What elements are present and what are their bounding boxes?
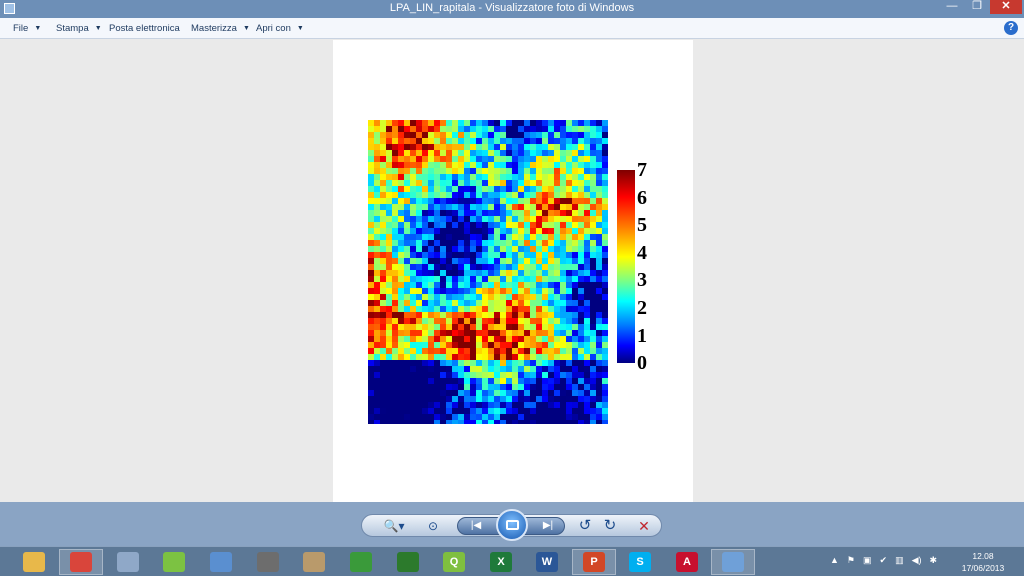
clock[interactable]: 12.08 17/06/2013 [958, 550, 1008, 574]
taskbar-button[interactable] [59, 549, 103, 575]
photo-viewer-icon [722, 552, 744, 572]
paint-icon [303, 552, 325, 572]
file-explorer-icon [23, 552, 45, 572]
taskbar-button[interactable] [292, 549, 336, 575]
menu-posta-elettronica[interactable]: Posta elettronica [109, 21, 180, 36]
rotate-left-icon[interactable]: ↺ [577, 517, 593, 535]
powerpoint-icon: P [583, 552, 605, 572]
taskbar-button[interactable]: X [479, 549, 523, 575]
menu-posta-label: Posta elettronica [109, 23, 180, 34]
help-icon[interactable]: ? [1004, 21, 1018, 35]
colorbar-tick-label: 3 [637, 269, 647, 292]
chevron-down-icon: ▼ [94, 25, 102, 32]
chevron-down-icon: ▼ [34, 25, 42, 32]
chevron-down-icon: ▼ [296, 25, 304, 32]
app-green-icon [163, 552, 185, 572]
clock-date: 17/06/2013 [961, 563, 1005, 573]
colorbar-tick-label: 7 [637, 159, 647, 181]
image-viewer-area: 7 6 5 4 3 2 1 0 [0, 40, 1024, 502]
slideshow-button[interactable] [496, 509, 528, 541]
taskbar-button[interactable]: P [572, 549, 616, 575]
colorbar-tick-label: 1 [637, 324, 647, 347]
remote-desktop-icon [210, 552, 232, 572]
tray-check-icon[interactable]: ✔ [880, 555, 888, 566]
close-button[interactable]: ✕ [990, 0, 1022, 14]
colorbar-tick-label: 0 [637, 352, 647, 375]
colorbar-tick-label: 2 [637, 297, 647, 319]
plant-icon [350, 552, 372, 572]
taskbar-button[interactable]: A [665, 549, 709, 575]
acrobat-icon: A [676, 552, 698, 572]
taskbar-button[interactable] [246, 549, 290, 575]
taskbar-button[interactable] [711, 549, 755, 575]
colorbar-tick-label: 4 [637, 241, 647, 264]
menu-apri-con[interactable]: Apri con ▼ [256, 21, 304, 36]
calculator-icon [117, 552, 139, 572]
chevron-down-icon: ▼ [242, 25, 250, 32]
system-tray: ▲ ⚑ ▣ ✔ ▥ ◀) ✱ [830, 555, 937, 566]
slideshow-icon [506, 520, 519, 530]
menu-masterizza-label: Masterizza [191, 23, 237, 34]
previous-icon[interactable]: |◀ [463, 517, 489, 535]
delete-icon[interactable]: ✕ [636, 517, 652, 535]
taskbar-button[interactable] [199, 549, 243, 575]
taskbar: Q X W P S A ▲ ⚑ ▣ ✔ ▥ ◀) ✱ 12.08 17/06/2013 [0, 546, 1024, 576]
taskbar-button[interactable] [12, 549, 56, 575]
menu-stampa[interactable]: Stampa ▼ [56, 21, 102, 36]
menu-file[interactable]: File ▼ [13, 21, 41, 36]
menu-masterizza[interactable]: Masterizza ▼ [191, 21, 250, 36]
tray-network-icon[interactable]: ▥ [895, 555, 904, 566]
displayed-image: 7 6 5 4 3 2 1 0 [333, 40, 693, 502]
colorbar-tick-label: 6 [637, 186, 647, 209]
tool-icon [257, 552, 279, 572]
fit-window-icon[interactable]: ⊙ [424, 517, 442, 535]
taskbar-button[interactable] [386, 549, 430, 575]
heatmap-raster [368, 120, 608, 424]
menu-bar: File ▼ Stampa ▼ Posta elettronica Masteriz… [0, 18, 1024, 39]
tray-arrow-icon[interactable]: ▲ [830, 555, 839, 566]
menu-apri-con-label: Apri con [256, 23, 291, 34]
colorbar-tick-label: 5 [637, 214, 647, 237]
word-icon: W [536, 552, 558, 572]
chrome-icon [70, 552, 92, 572]
menu-file-label: File [13, 23, 29, 34]
next-icon[interactable]: ▶| [535, 517, 561, 535]
rotate-right-icon[interactable]: ↻ [602, 517, 618, 535]
taskbar-button[interactable] [106, 549, 150, 575]
excel-icon: X [490, 552, 512, 572]
colorbar [617, 170, 635, 363]
app-chart-icon [397, 552, 419, 572]
window-title: LPA_LIN_rapitala - Visualizzatore foto d… [389, 2, 635, 14]
taskbar-button[interactable]: W [525, 549, 569, 575]
tray-flag-icon[interactable]: ⚑ [847, 555, 855, 566]
taskbar-button[interactable] [339, 549, 383, 575]
tray-bluetooth-icon[interactable]: ✱ [930, 555, 938, 566]
qgis-icon: Q [443, 552, 465, 572]
clock-time: 12.08 [972, 551, 994, 561]
menu-stampa-label: Stampa [56, 23, 89, 34]
zoom-icon[interactable]: 🔍▾ [381, 517, 407, 535]
taskbar-button[interactable]: Q [432, 549, 476, 575]
tray-app-icon[interactable]: ▣ [863, 555, 872, 566]
title-bar: LPA_LIN_rapitala - Visualizzatore foto d… [0, 0, 1024, 18]
minimize-button[interactable]: — [940, 0, 964, 14]
skype-icon: S [629, 552, 651, 572]
maximize-button[interactable]: ❐ [965, 0, 989, 14]
taskbar-button[interactable] [152, 549, 196, 575]
tray-volume-icon[interactable]: ◀) [912, 555, 922, 566]
taskbar-button[interactable]: S [618, 549, 662, 575]
